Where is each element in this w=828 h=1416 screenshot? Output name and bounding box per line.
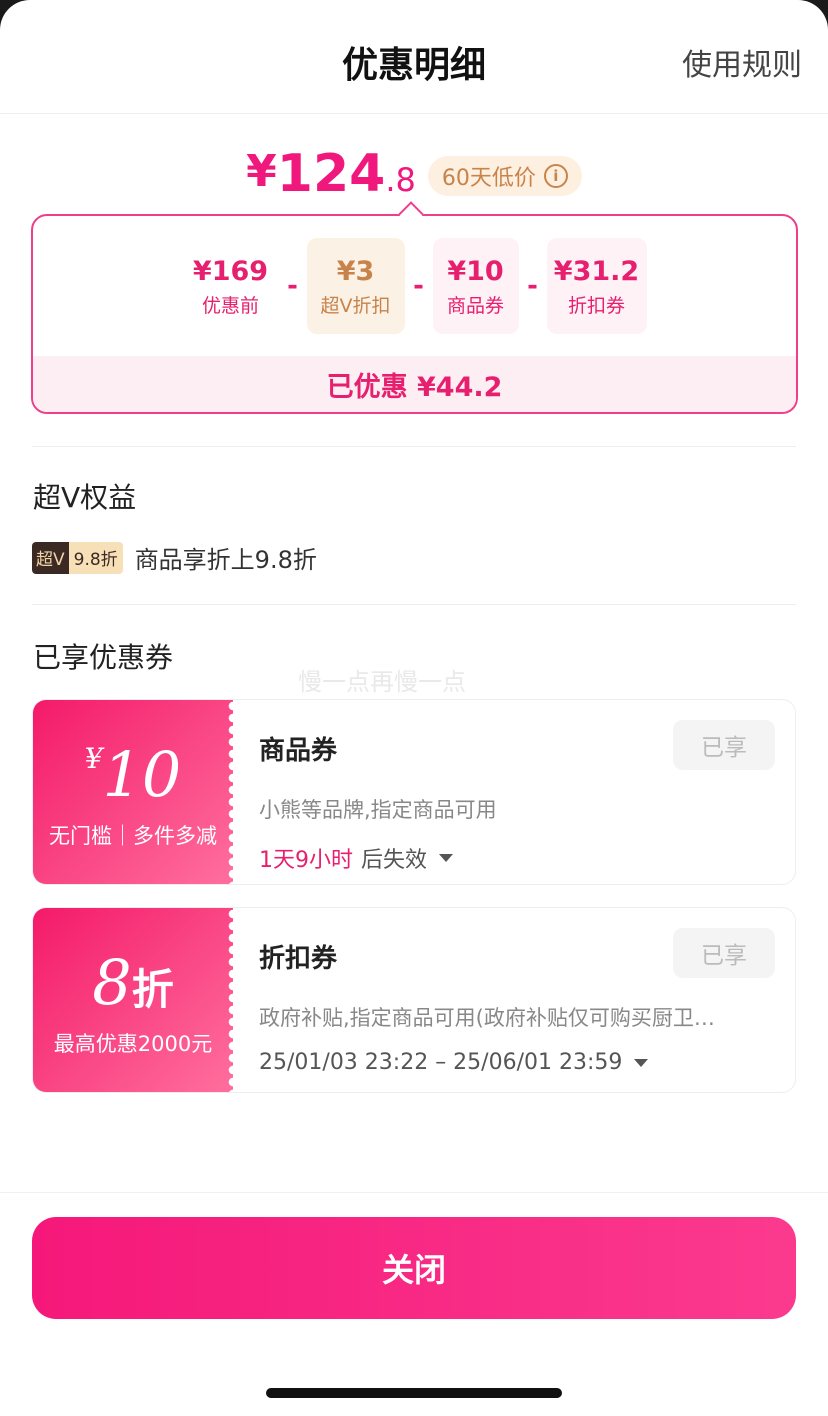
discount-detail-sheet: 优惠明细 使用规则 ¥ 124 .8 60天低价 i ¥169 优惠前 - ¥3… [0, 0, 828, 1416]
watermark-text: 慢一点再慢一点 [298, 668, 466, 696]
breakdown-value: ¥3 [336, 255, 375, 287]
total-saved: 已优惠 ¥44.2 [33, 356, 796, 412]
vip-badge-discount: 9.8折 [68, 541, 123, 574]
breakdown-value: ¥169 [192, 255, 269, 287]
coupon-description: 小熊等品牌,指定商品可用 [259, 798, 497, 822]
coupon-remaining-time: 1天9小时 [259, 848, 353, 873]
coupon-title: 折扣券 [259, 944, 338, 974]
coupon-validity-text: 25/01/03 23:22 – 25/06/01 23:59 [259, 1050, 623, 1075]
breakdown-vip-discount: ¥3 超V折扣 [306, 238, 405, 334]
minus-sign: - [413, 271, 424, 301]
header: 优惠明细 使用规则 [0, 0, 828, 114]
minus-sign: - [527, 271, 538, 301]
coupon-condition: 最高优惠2000元 [53, 1032, 213, 1056]
coupon-description: 政府补贴,指定商品可用(政府补贴仅可购买厨卫… [259, 1006, 715, 1030]
coupons-section-title: 已享优惠券 [33, 641, 174, 674]
price-breakdown: ¥169 优惠前 - ¥3 超V折扣 - ¥10 商品券 - ¥31.2 折扣券… [31, 214, 798, 414]
coupon-currency: ¥ [84, 742, 103, 775]
coupon-title: 商品券 [259, 736, 338, 766]
coupon-validity[interactable]: 1天9小时 后失效 [259, 842, 454, 874]
final-price: ¥ 124 .8 [246, 148, 416, 200]
breakdown-label: 折扣券 [567, 294, 625, 317]
low-price-badge[interactable]: 60天低价 i [427, 156, 582, 196]
price-integer: 124 [276, 144, 386, 204]
coupon-validity-text: 后失效 [361, 848, 428, 873]
coupon-amount-number: 10 [102, 738, 182, 811]
info-icon[interactable]: i [543, 164, 568, 188]
coupon-card-discount[interactable]: 8折 最高优惠2000元 折扣券 已享 政府补贴,指定商品可用(政府补贴仅可购买… [32, 907, 796, 1093]
vip-benefit-row: 超V 9.8折 商品享折上9.8折 [32, 540, 317, 575]
breakdown-label: 商品券 [446, 294, 504, 317]
coupon-amount: ¥10 [33, 738, 233, 811]
home-indicator [266, 1388, 562, 1398]
breakdown-items: ¥169 优惠前 - ¥3 超V折扣 - ¥10 商品券 - ¥31.2 折扣券 [33, 238, 796, 334]
coupon-condition: 无门槛｜多件多减 [49, 824, 217, 848]
vip-section-title: 超V权益 [33, 481, 137, 514]
close-button[interactable]: 关闭 [32, 1217, 796, 1319]
footer-divider [0, 1192, 828, 1193]
coupon-status-button[interactable]: 已享 [673, 928, 775, 978]
vip-benefit-text: 商品享折上9.8折 [134, 546, 317, 574]
coupon-card-product[interactable]: ¥10 无门槛｜多件多减 商品券 已享 小熊等品牌,指定商品可用 1天9小时 后… [32, 699, 796, 885]
coupon-amount: 8折 [33, 946, 233, 1019]
currency-symbol: ¥ [246, 146, 277, 197]
chevron-down-icon[interactable] [634, 1058, 649, 1067]
divider [32, 604, 796, 605]
final-price-row: ¥ 124 .8 60天低价 i [0, 140, 828, 200]
breakdown-discount-coupon: ¥31.2 折扣券 [546, 238, 647, 334]
breakdown-original-price: ¥169 优惠前 [183, 238, 279, 334]
breakdown-label: 超V折扣 [320, 294, 391, 317]
breakdown-product-coupon: ¥10 商品券 [432, 238, 519, 334]
usage-rules-link[interactable]: 使用规则 [682, 40, 802, 84]
vip-badge: 超V 9.8折 [32, 541, 123, 574]
low-price-label: 60天低价 [441, 166, 536, 191]
divider [32, 446, 796, 447]
coupon-value-panel: 8折 最高优惠2000元 [33, 908, 239, 1092]
coupon-amount-number: 8 [92, 946, 132, 1019]
minus-sign: - [287, 271, 298, 301]
coupon-value-panel: ¥10 无门槛｜多件多减 [33, 700, 239, 884]
breakdown-value: ¥31.2 [553, 255, 640, 287]
coupon-status-button[interactable]: 已享 [673, 720, 775, 770]
chevron-down-icon[interactable] [439, 854, 454, 862]
coupon-amount-unit: 折 [131, 965, 174, 1014]
price-decimal: .8 [385, 161, 416, 199]
coupon-validity[interactable]: 25/01/03 23:22 – 25/06/01 23:59 [259, 1050, 649, 1075]
vip-badge-label: 超V [32, 541, 69, 574]
breakdown-label: 优惠前 [201, 294, 259, 317]
breakdown-value: ¥10 [447, 255, 504, 287]
